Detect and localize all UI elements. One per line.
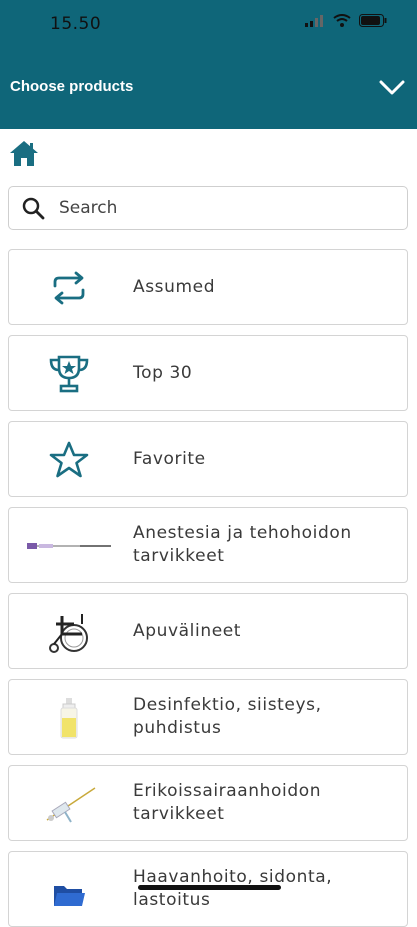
list-item-label: Erikoissairaanhoidon tarvikkeet [133, 781, 322, 824]
status-time: 15.50 [50, 14, 102, 34]
list-item-apuvalineet[interactable]: Apuvälineet [8, 593, 408, 669]
list-item-label: Assumed [133, 276, 216, 297]
repeat-icon [25, 258, 113, 318]
anesthesia-thumbnail [25, 516, 113, 576]
status-icons [305, 14, 387, 27]
list-item-assumed[interactable]: Assumed [8, 249, 408, 325]
page-title: Choose products [10, 78, 134, 95]
star-icon [25, 430, 113, 490]
search-icon [22, 197, 45, 220]
trophy-icon [25, 344, 113, 404]
search-input[interactable] [57, 197, 381, 219]
battery-icon [359, 14, 387, 27]
list-item-label: Desinfektio, siisteys, puhdistus [133, 695, 322, 738]
list-item-favorite[interactable]: Favorite [8, 421, 408, 497]
list-item-desinfektio[interactable]: Desinfektio, siisteys, puhdistus [8, 679, 408, 755]
chevron-down-icon[interactable] [379, 76, 405, 98]
list-item-top30[interactable]: Top 30 [8, 335, 408, 411]
list-item-anestesia[interactable]: Anestesia ja tehohoidon tarvikkeet [8, 507, 408, 583]
wheelchair-thumbnail [25, 602, 113, 662]
list-item-erikoissairaanhoidon[interactable]: Erikoissairaanhoidon tarvikkeet [8, 765, 408, 841]
list-item-label: Apuvälineet [133, 620, 242, 641]
catheter-thumbnail [25, 774, 113, 834]
list-item-label: Anestesia ja tehohoidon tarvikkeet [133, 523, 352, 566]
list-item-label: Top 30 [133, 362, 193, 383]
app-header: 15.50 Choose products [0, 0, 417, 129]
wifi-icon [333, 14, 351, 27]
folder-thumbnail [25, 860, 113, 920]
home-indicator[interactable] [138, 885, 281, 890]
list-item-label: Favorite [133, 448, 206, 469]
disinfectant-bottle-thumbnail [25, 688, 113, 748]
search-bar[interactable] [8, 186, 408, 230]
signal-icon [305, 14, 323, 27]
home-icon[interactable] [8, 139, 40, 169]
